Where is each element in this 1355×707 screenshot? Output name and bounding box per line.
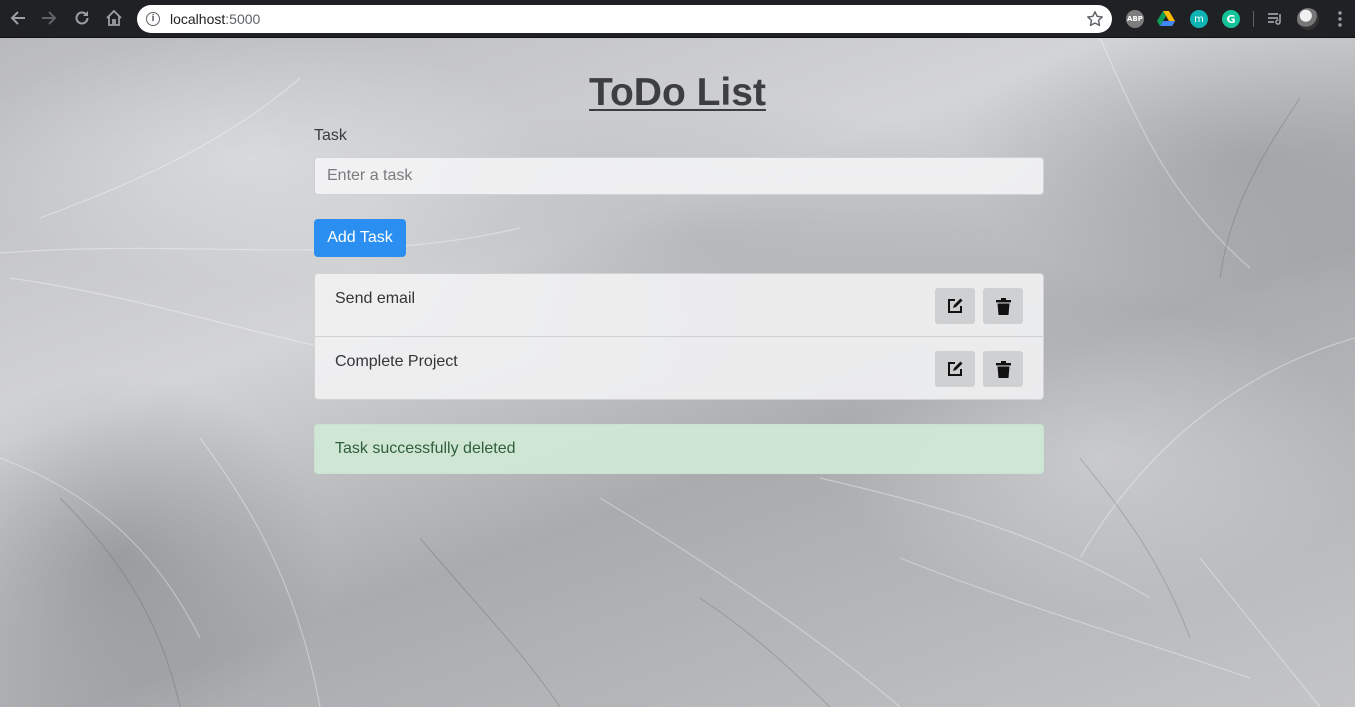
task-field-label: Task: [314, 127, 347, 144]
delete-task-button[interactable]: [983, 351, 1023, 387]
alert-text: Task successfully deleted: [335, 440, 516, 457]
task-item: Complete Project: [315, 337, 1043, 399]
info-icon[interactable]: i: [146, 12, 160, 26]
success-alert: Task successfully deleted: [314, 424, 1044, 474]
profile-avatar[interactable]: [1297, 8, 1319, 30]
arrow-left-icon: [10, 11, 25, 25]
edit-icon: [948, 361, 963, 376]
home-button[interactable]: [103, 7, 125, 29]
kebab-menu-icon[interactable]: [1333, 10, 1347, 28]
edit-task-button[interactable]: [935, 288, 975, 324]
star-icon[interactable]: [1086, 10, 1104, 28]
url-port: :5000: [225, 11, 261, 27]
address-bar[interactable]: i localhost:5000: [137, 5, 1112, 33]
url-text[interactable]: localhost:5000: [170, 11, 260, 27]
arrow-right-icon: [42, 11, 57, 25]
forward-button[interactable]: [38, 7, 60, 29]
task-item: Send email: [315, 274, 1043, 337]
reload-icon: [75, 11, 89, 25]
trash-icon: [995, 297, 1011, 315]
edit-icon: [948, 298, 963, 313]
toolbar-divider: [1253, 11, 1254, 27]
task-text: Send email: [335, 290, 416, 307]
page-viewport: ToDo List Task Add Task Send email Compl…: [0, 38, 1355, 707]
reload-button[interactable]: [71, 7, 93, 29]
trash-icon: [995, 360, 1011, 378]
browser-toolbar: i localhost:5000 ABP m G: [0, 0, 1355, 38]
page-title: ToDo List: [589, 71, 766, 114]
url-host: localhost: [170, 11, 226, 27]
adblock-plus-icon[interactable]: ABP: [1126, 10, 1144, 28]
delete-task-button[interactable]: [983, 288, 1023, 324]
task-list: Send email Complete Project: [314, 273, 1044, 400]
task-text: Complete Project: [335, 353, 458, 370]
back-button[interactable]: [7, 7, 29, 29]
reading-list-icon[interactable]: [1266, 10, 1284, 28]
google-drive-icon[interactable]: [1157, 10, 1175, 28]
home-icon: [106, 9, 122, 26]
grammarly-icon[interactable]: G: [1222, 10, 1240, 28]
m-extension-icon[interactable]: m: [1190, 10, 1208, 28]
edit-task-button[interactable]: [935, 351, 975, 387]
add-task-button[interactable]: Add Task: [314, 219, 406, 257]
task-input[interactable]: [314, 157, 1044, 195]
